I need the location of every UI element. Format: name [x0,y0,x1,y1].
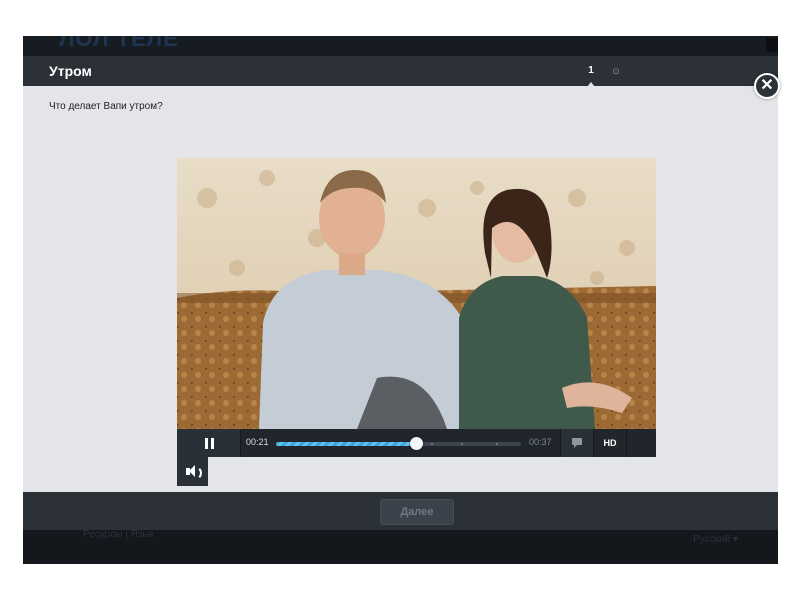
modal-title: Утром [49,63,92,79]
video-controls-bar: 00:21 00:37 HD [177,429,656,457]
video-frame[interactable] [177,158,656,429]
progress-marker [431,443,433,445]
subtitles-button[interactable] [560,429,593,457]
step-indicator-active[interactable]: 1 [583,62,599,87]
pause-button[interactable] [177,429,241,457]
pause-icon [211,438,214,449]
modal-body: Что делает Вапи утром? 00:21 00:37 HD [23,86,778,492]
background-footer-links: Ресурсы | Язык [83,529,154,540]
modal-footer: Далее [23,492,778,530]
subtitles-icon [572,438,582,448]
video-still-image [177,158,656,429]
total-time: 00:37 [529,437,552,447]
modal-header: Утром 1 ⊙ [23,56,778,87]
question-text: Что делает Вапи утром? [49,101,163,112]
progress-handle[interactable] [409,437,423,450]
hd-button[interactable]: HD [593,429,627,457]
volume-icon-wave [194,466,202,480]
close-icon: ✕ [760,77,774,94]
background-logo: ЛОЛ ТЕЛЕ [59,36,179,51]
progress-bar[interactable] [276,437,521,450]
progress-fill [276,442,416,446]
progress-marker [496,443,498,445]
volume-button[interactable] [177,457,208,486]
progress-marker [461,443,463,445]
pause-icon [205,438,208,449]
background-corner-button [766,38,778,52]
close-button[interactable]: ✕ [754,73,780,99]
background-header: ЛОЛ ТЕЛЕ [23,36,778,56]
current-time: 00:21 [246,437,269,447]
step-indicator-next[interactable]: ⊙ [608,62,624,80]
next-button[interactable]: Далее [380,499,454,525]
background-language-select: Русский ▾ [693,534,738,545]
